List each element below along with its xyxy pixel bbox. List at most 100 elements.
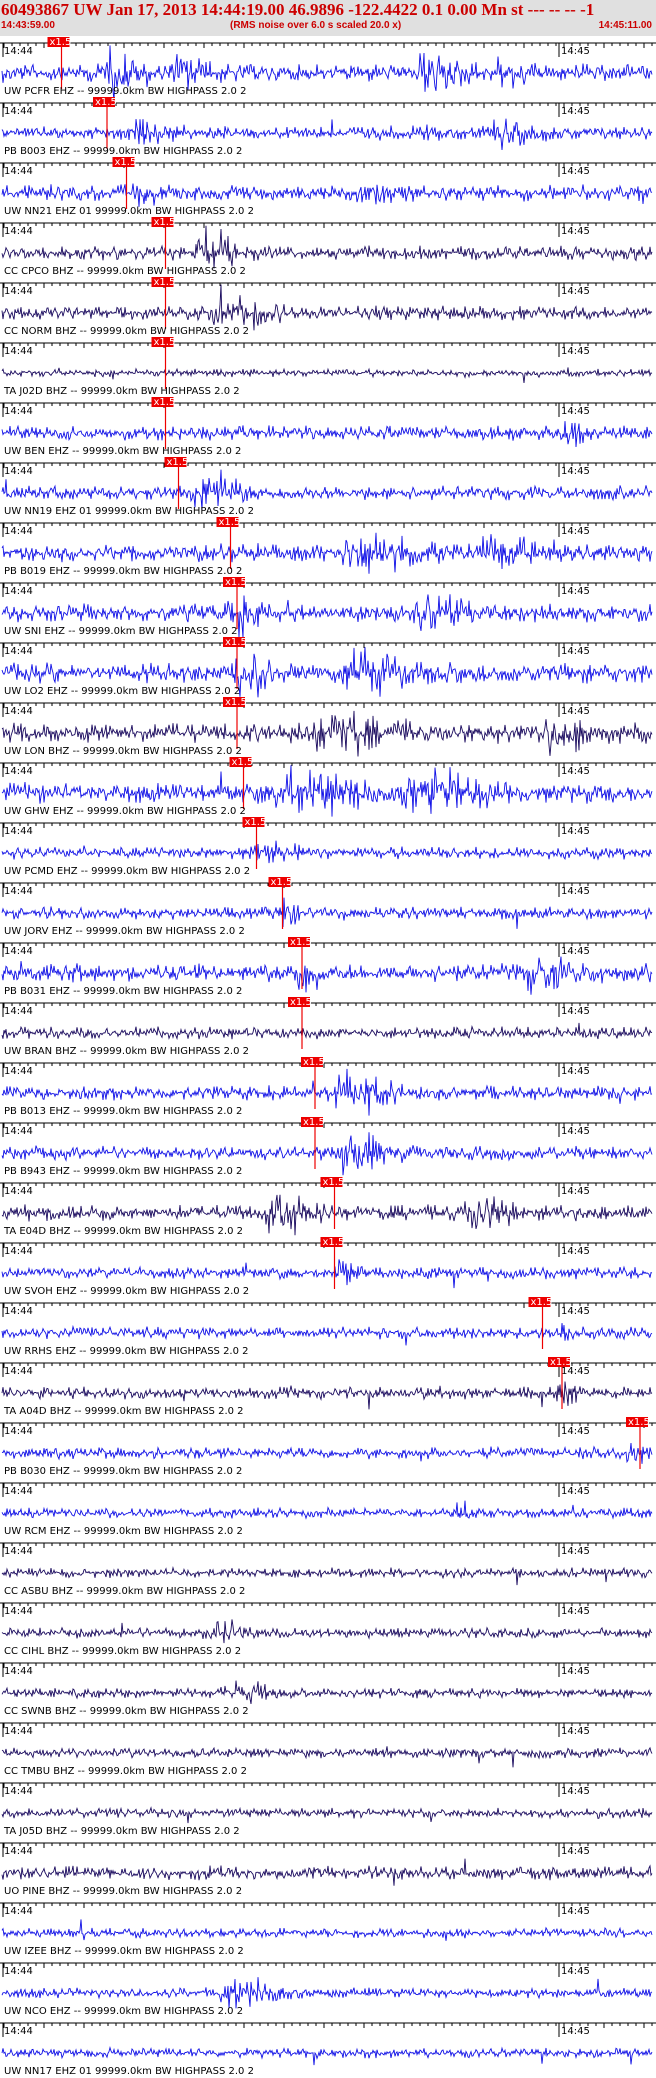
tick-label: 14:44 [4,346,33,357]
tick-label: 14:44 [4,586,33,597]
waveform-trace [1,1919,653,1941]
tick-label: 14:45 [561,1906,590,1917]
station-label: UW NCO EHZ -- 99999.0km BW HIGHPASS 2.0 … [4,2006,243,2017]
station-label: CC SWNB BHZ -- 99999.0km BW HIGHPASS 2.0… [4,1706,249,1717]
pick-label: x1.5 [290,937,312,948]
station-label: PB B019 EHZ -- 99999.0km BW HIGHPASS 2.0… [4,566,242,577]
tick-label: 14:45 [561,1726,590,1737]
rms-noise-note: (RMS noise over 6.0 s scaled 20.0 x) [230,20,402,31]
tick-label: 14:44 [4,946,33,957]
station-label: UW NN17 EHZ 01 99999.0km BW HIGHPASS 2.0… [4,2066,254,2077]
station-label: TA J02D BHZ -- 99999.0km BW HIGHPASS 2.0… [3,386,240,397]
tick-label: 14:45 [561,586,590,597]
station-label: UW BEN EHZ -- 99999.0km BW HIGHPASS 2.0 … [4,446,241,457]
station-label: UW LO2 EHZ -- 99999.0km BW HIGHPASS 2.0 … [4,686,240,697]
waveform-trace [1,1977,653,2009]
tick-label: 14:45 [561,46,590,57]
tick-label: 14:44 [4,286,33,297]
station-label: PB B030 EHZ -- 99999.0km BW HIGHPASS 2.0… [4,1466,242,1477]
station-label: CC ASBU BHZ -- 99999.0km BW HIGHPASS 2.0… [4,1586,245,1597]
tick-label: 14:45 [561,1786,590,1797]
tick-label: 14:45 [561,466,590,477]
tick-label: 14:44 [4,1126,33,1137]
tick-label: 14:44 [4,886,33,897]
station-label: CC CPCO BHZ -- 99999.0km BW HIGHPASS 2.0… [4,266,246,277]
tick-label: 14:44 [4,766,33,777]
tick-label: 14:44 [4,1846,33,1857]
tick-label: 14:44 [4,406,33,417]
pick-label: x1.5 [167,457,189,468]
waveform-trace [1,469,653,510]
pick-label: x1.5 [271,877,293,888]
tick-label: 14:45 [561,1006,590,1017]
tick-label: 14:44 [4,1786,33,1797]
pick-label: x1.5 [290,997,312,1008]
tick-label: 14:45 [561,166,590,177]
tick-label: 14:45 [561,1606,590,1617]
tick-label: 14:44 [4,1666,33,1677]
pick-label: x1.5 [225,697,247,708]
station-label: UW BRAN BHZ -- 99999.0km BW HIGHPASS 2.0… [4,1046,249,1057]
tick-label: 14:44 [4,646,33,657]
tick-label: 14:45 [561,826,590,837]
station-label: PB B943 EHZ -- 99999.0km BW HIGHPASS 2.0… [4,1166,242,1177]
tick-label: 14:44 [4,1906,33,1917]
end-time-label: 14:45:11.00 [598,20,652,31]
station-label: UW SVOH EHZ -- 99999.0km BW HIGHPASS 2.0… [4,1286,249,1297]
waveform-trace [1,183,653,207]
station-label: PB B003 EHZ -- 99999.0km BW HIGHPASS 2.0… [4,146,242,157]
tick-label: 14:45 [561,1666,590,1677]
tick-label: 14:45 [561,1966,590,1977]
station-label: PB B031 EHZ -- 99999.0km BW HIGHPASS 2.0… [4,986,242,997]
tick-label: 14:44 [4,1306,33,1317]
station-label: CC TMBU BHZ -- 99999.0km BW HIGHPASS 2.0… [4,1766,247,1777]
tick-label: 14:45 [561,1066,590,1077]
tick-label: 14:45 [561,1426,590,1437]
waveform-trace [1,1806,653,1824]
tick-label: 14:44 [4,1546,33,1557]
start-time-label: 14:43:59.00 [1,20,55,31]
station-label: UW JORV EHZ -- 99999.0km BW HIGHPASS 2.0… [4,926,245,937]
tick-label: 14:44 [4,1066,33,1077]
tick-label: 14:44 [4,1366,33,1377]
waveform-trace [1,897,653,929]
pick-label: x1.5 [95,97,117,108]
station-label: UW GHW EHZ -- 99999.0km BW HIGHPASS 2.0 … [4,806,246,817]
waveform-trace [1,1259,653,1289]
tick-label: 14:45 [561,226,590,237]
tick-label: 14:45 [561,1486,590,1497]
event-title: 60493867 UW Jan 17, 2013 14:44:19.00 46.… [1,0,595,19]
tick-label: 14:44 [4,706,33,717]
pick-label: x1.5 [232,757,254,768]
tick-label: 14:44 [4,1006,33,1017]
pick-label: x1.5 [550,1357,572,1368]
pick-label: x1.5 [225,637,247,648]
waveform-trace [1,1323,653,1346]
tick-label: 14:44 [4,1726,33,1737]
tick-label: 14:45 [561,1246,590,1257]
station-label: TA J05D BHZ -- 99999.0km BW HIGHPASS 2.0… [3,1826,240,1837]
station-label: PB B013 EHZ -- 99999.0km BW HIGHPASS 2.0… [4,1106,242,1117]
waveform-trace [1,1680,653,1704]
tick-label: 14:44 [4,1246,33,1257]
tick-label: 14:44 [4,1186,33,1197]
station-label: CC CIHL BHZ -- 99999.0km BW HIGHPASS 2.0… [4,1646,241,1657]
tick-label: 14:45 [561,1546,590,1557]
tick-label: 14:45 [561,706,590,717]
tick-label: 14:45 [561,766,590,777]
tick-label: 14:45 [561,526,590,537]
tick-label: 14:44 [4,226,33,237]
pick-label: x1.5 [245,817,267,828]
station-label: TA A04D BHZ -- 99999.0km BW HIGHPASS 2.0… [3,1406,244,1417]
waveform-trace [1,421,653,448]
station-label: UW RCM EHZ -- 99999.0km BW HIGHPASS 2.0 … [4,1526,243,1537]
waveform-trace [1,2046,653,2066]
station-label: UW LON BHZ -- 99999.0km BW HIGHPASS 2.0 … [4,746,242,757]
waveform-trace [1,1500,653,1520]
tick-label: 14:45 [561,2026,590,2037]
station-label: UO PINE BHZ -- 99999.0km BW HIGHPASS 2.0… [4,1886,242,1897]
tick-label: 14:45 [561,886,590,897]
pick-label: x1.5 [531,1297,553,1308]
station-label: UW NN19 EHZ 01 99999.0km BW HIGHPASS 2.0… [4,506,254,517]
pick-label: x1.5 [323,1177,345,1188]
